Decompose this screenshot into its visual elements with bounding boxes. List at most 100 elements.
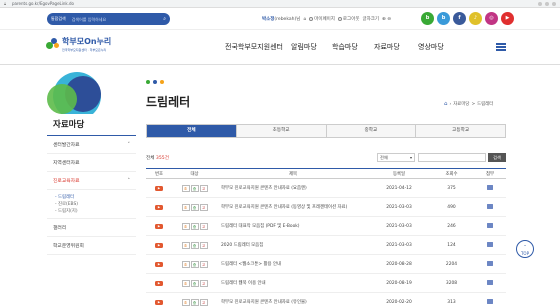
sidebar-item-school-committee[interactable]: 학교운영위원회 — [47, 237, 136, 255]
table-header: 번호 대상 제목 등록일 조회수 첨부 — [146, 168, 506, 179]
lock-icon: 🔒︎ — [4, 1, 7, 6]
tab-high[interactable]: 고등학교 — [416, 125, 505, 137]
chip-middle: 중 — [190, 203, 199, 211]
site-logo[interactable]: 학부모On누리 전국학부모지원센터 · 학부모온누리 — [46, 36, 111, 52]
search-scope-select[interactable]: 통합검색 — [51, 16, 66, 22]
breadcrumb-item[interactable]: 자료마당 — [453, 101, 469, 107]
chip-high: 고 — [199, 184, 208, 192]
user-icon — [309, 16, 314, 21]
chip-middle: 중 — [190, 279, 199, 287]
chip-middle: 중 — [190, 222, 199, 230]
table-row[interactable]: ▶ 초 중 고 학부모 진로교육지원 콘텐츠 안내자료 (동영상 및 프레젠테이션 자료… — [146, 197, 506, 217]
row-date: 2020-02-20 — [369, 292, 429, 307]
logout-link[interactable]: 로그아웃 — [337, 16, 359, 22]
chip-elementary: 초 — [181, 241, 190, 249]
user-name: 박소정(rebekah)님 — [262, 17, 301, 22]
utility-bar: 통합검색 ⌕ 박소정(rebekah)님 ⌂ 마이페이지 로그아웃 글자크기 ⊕… — [0, 8, 560, 30]
social-links: b b f ♪ ◎ ▶ — [421, 12, 514, 25]
scroll-top-button[interactable]: ⌃ TOP — [516, 240, 534, 258]
chip-elementary: 초 — [181, 279, 190, 287]
video-badge-icon: ▶ — [146, 254, 172, 274]
table-row[interactable]: ▶ 초 중 고 학부모 진로교육지원 콘텐츠 안내자료 (요즘엔) 2021-04-12 3… — [146, 178, 506, 198]
tab-middle[interactable]: 중학교 — [326, 125, 417, 137]
sidebar-item-career[interactable]: 진로교육자료 ˄ — [47, 172, 136, 190]
table-row[interactable]: ▶ 초 중 고 2020 드림레터 모음집 2021-03-03 124 — [146, 235, 506, 255]
sidebar-subitem-dreamletter[interactable]: - 드림레터 — [55, 194, 130, 201]
sidebar-subitem-ebs[interactable]: - 진로(EBS) — [55, 201, 130, 208]
tab-all[interactable]: 전체 — [147, 125, 237, 137]
sidebar-item-publications[interactable]: 센터발간자료 ˅ — [47, 136, 136, 154]
search-icon[interactable]: ⌕ — [163, 16, 166, 22]
chip-middle: 중 — [190, 184, 199, 192]
row-views: 124 — [429, 235, 474, 255]
tab-elementary[interactable]: 초등학교 — [236, 125, 327, 137]
attachment-icon[interactable] — [474, 235, 506, 255]
nav-notice[interactable]: 알림마당 — [291, 42, 317, 52]
col-attach: 첨부 — [474, 168, 506, 179]
search-input[interactable] — [71, 16, 142, 22]
video-badge-icon: ▶ — [146, 178, 172, 198]
home-icon[interactable]: ⌂ — [303, 17, 306, 22]
chip-high: 고 — [199, 222, 208, 230]
social-icon[interactable]: ▶ — [501, 12, 514, 25]
search-button[interactable]: 검색 — [488, 153, 506, 162]
sidebar-item-regional[interactable]: 지역센터자료 — [47, 154, 136, 172]
nav-center[interactable]: 전국학부모지원센터 — [225, 42, 283, 52]
menu-icon[interactable] — [496, 43, 506, 51]
row-title[interactable]: 드림레터 대표작 모음집 (PDF 및 E-Book) — [217, 216, 369, 236]
social-icon[interactable]: b — [421, 12, 434, 25]
row-date: 2020-08-28 — [369, 254, 429, 274]
attachment-icon[interactable] — [474, 254, 506, 274]
profile-icon[interactable] — [552, 1, 556, 6]
sidebar-submenu: - 드림레터 - 진로(EBS) - 드림지(지) — [47, 190, 136, 219]
chevron-down-icon: ˅ — [127, 141, 131, 148]
row-title[interactable]: 2020 드림레터 모음집 — [217, 235, 369, 255]
nav-resources[interactable]: 자료마당 — [374, 42, 400, 52]
chip-high: 고 — [199, 241, 208, 249]
row-title[interactable]: 학부모 진로교육지원 콘텐츠 안내자료 (유인물) — [217, 292, 369, 307]
logo-mark-icon — [46, 37, 60, 51]
table-row[interactable]: ▶ 초 중 고 드림레터 대표작 모음집 (PDF 및 E-Book) 2021-03-0… — [146, 216, 506, 236]
social-icon[interactable]: f — [453, 12, 466, 25]
social-icon[interactable]: ◎ — [485, 12, 498, 25]
text-size-controls[interactable]: ⊕ ⊖ — [382, 17, 391, 22]
chip-high: 고 — [199, 203, 208, 211]
attachment-icon[interactable] — [474, 197, 506, 217]
board-search-input[interactable] — [418, 153, 486, 162]
url-text[interactable]: parents.go.kr/EgovPageLink.do — [12, 1, 74, 6]
chip-elementary: 초 — [181, 298, 190, 306]
star-icon[interactable] — [538, 1, 542, 6]
chip-elementary: 초 — [181, 203, 190, 211]
result-count: 전체 355건 — [146, 156, 169, 161]
breadcrumb: ⌂ › 자료마당 > 드림레터 — [444, 101, 494, 107]
table-row[interactable]: ▶ 초 중 고 드림레터 웹북 이용 안내 2020-08-19 3208 — [146, 273, 506, 293]
home-icon[interactable]: ⌂ — [444, 101, 448, 107]
nav-video[interactable]: 영상마당 — [418, 42, 444, 52]
chip-middle: 중 — [190, 260, 199, 268]
sidebar-title: 자료마당 — [47, 114, 136, 136]
table-row[interactable]: ▶ 초 중 고 드림레터 <웹소크툰> 활용 안내 2020-08-28 2204 — [146, 254, 506, 274]
table-row[interactable]: ▶ 초 중 고 학부모 진로교육지원 콘텐츠 안내자료 (유인물) 2020-02-20 3… — [146, 292, 506, 307]
filter-select[interactable]: 전체 — [377, 153, 415, 162]
row-date: 2021-04-12 — [369, 178, 429, 198]
row-title[interactable]: 드림레터 웹북 이용 안내 — [217, 273, 369, 293]
browser-bar: 🔒︎ parents.go.kr/EgovPageLink.do — [0, 0, 560, 8]
row-title[interactable]: 학부모 진로교육지원 콘텐츠 안내자료 (동영상 및 프레젠테이션 자료) — [217, 197, 369, 217]
social-icon[interactable]: ♪ — [469, 12, 482, 25]
mypage-link[interactable]: 마이페이지 — [309, 16, 335, 22]
sidebar-item-gallery[interactable]: 갤러리 — [47, 219, 136, 237]
chip-high: 고 — [199, 260, 208, 268]
attachment-icon[interactable] — [474, 216, 506, 236]
row-views: 2204 — [429, 254, 474, 274]
row-title[interactable]: 학부모 진로교육지원 콘텐츠 안내자료 (요즘엔) — [217, 178, 369, 198]
nav-learning[interactable]: 학습마당 — [332, 42, 358, 52]
social-icon[interactable]: b — [437, 12, 450, 25]
row-title[interactable]: 드림레터 <웹소크툰> 활용 안내 — [217, 254, 369, 274]
sidebar-subitem-dreamji[interactable]: - 드림지(지) — [55, 208, 130, 215]
attachment-icon[interactable] — [474, 273, 506, 293]
attachment-icon[interactable] — [474, 292, 506, 307]
decorative-dots — [146, 80, 164, 84]
sidebar: 자료마당 센터발간자료 ˅ 지역센터자료 진로교육자료 ˄ - 드림레터 - 진로(… — [47, 114, 136, 255]
attachment-icon[interactable] — [474, 178, 506, 198]
extension-icon[interactable] — [545, 1, 549, 6]
